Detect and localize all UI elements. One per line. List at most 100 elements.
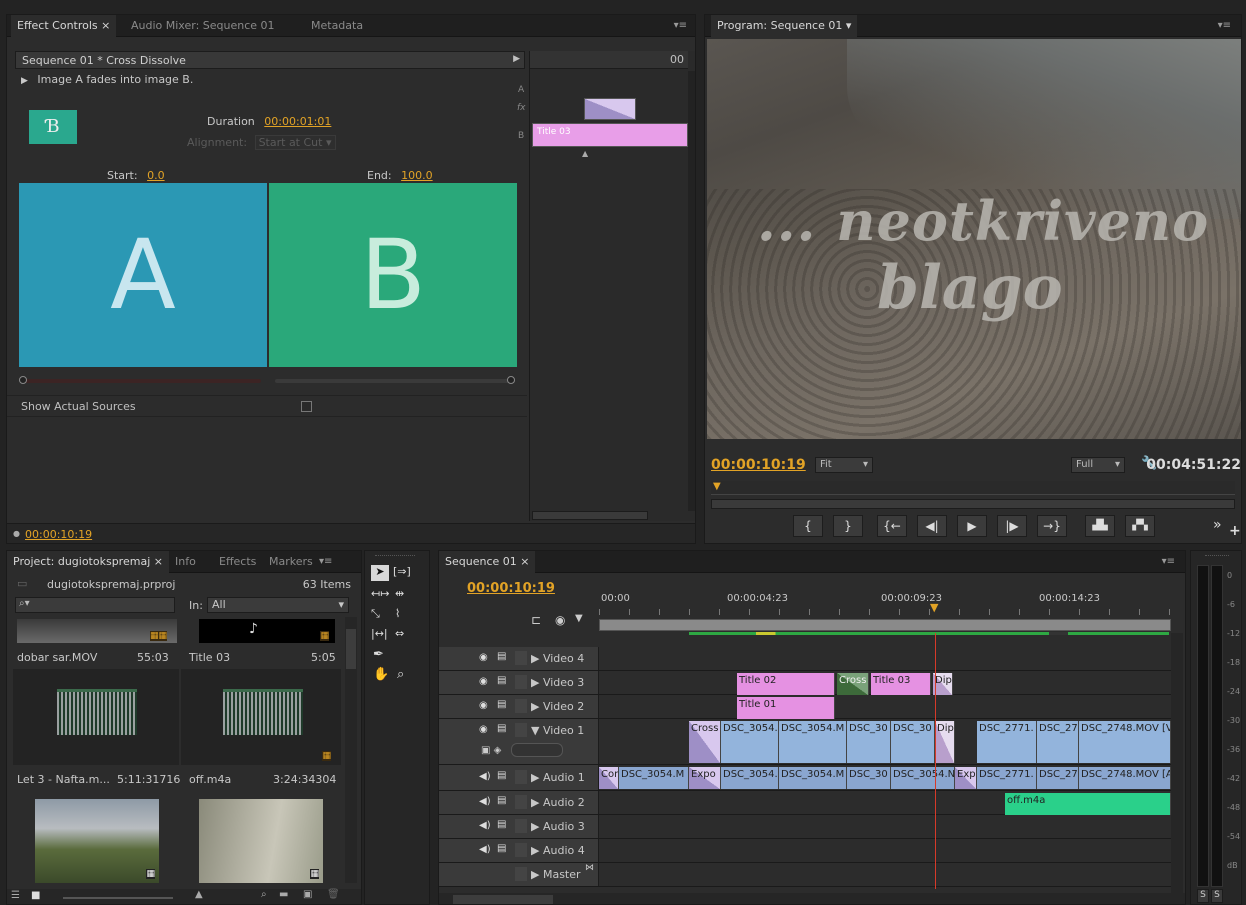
clip-cross[interactable]: Cross bbox=[689, 721, 721, 763]
eye-icon[interactable]: ◉ bbox=[479, 724, 488, 735]
list-view-icon[interactable]: ☰ bbox=[11, 890, 20, 901]
film-icon[interactable]: ▤ bbox=[497, 819, 506, 830]
mark-in-button[interactable]: { bbox=[793, 515, 823, 537]
timeline-hscroll[interactable] bbox=[439, 893, 1185, 904]
film-icon[interactable]: ▤ bbox=[497, 699, 506, 710]
new-item-icon[interactable]: ▣ bbox=[303, 889, 312, 900]
clip-audio-dsc[interactable]: DSC_27 bbox=[1037, 767, 1079, 789]
speaker-icon[interactable]: ◀) bbox=[479, 844, 491, 855]
tab-project[interactable]: Project: dugiotokspremaj × bbox=[7, 551, 169, 573]
snap-icon[interactable]: ⊏ bbox=[531, 613, 541, 627]
clip-audio-dsc[interactable]: DSC_2748.MOV [A bbox=[1079, 767, 1171, 789]
start-value[interactable]: 0.0 bbox=[147, 169, 165, 182]
program-timecode[interactable]: 00:00:10:19 bbox=[711, 457, 806, 473]
project-item-thumb[interactable]: ♪ ▦ bbox=[199, 619, 335, 643]
play-desc-icon[interactable]: ▶ bbox=[21, 76, 28, 86]
clip-audio-dsc[interactable]: DSC_3054.N bbox=[891, 767, 955, 789]
more-controls-icon[interactable]: » bbox=[1213, 517, 1222, 533]
icon-view-icon[interactable]: ■ bbox=[31, 890, 40, 901]
slide-tool-icon[interactable]: ⇔ bbox=[395, 627, 404, 640]
clip-audio-dsc[interactable]: DSC_3054.M bbox=[619, 767, 689, 789]
lock-box[interactable] bbox=[515, 867, 527, 881]
clip-audio-dsc[interactable]: DSC_2771. bbox=[977, 767, 1037, 789]
tab-effect-controls[interactable]: Effect Controls × bbox=[11, 15, 117, 37]
film-icon[interactable]: ▤ bbox=[497, 795, 506, 806]
lock-box[interactable] bbox=[515, 795, 527, 809]
eye-icon[interactable]: ◉ bbox=[479, 676, 488, 687]
tab-effects[interactable]: Effects bbox=[213, 551, 262, 573]
film-icon[interactable]: ▤ bbox=[497, 651, 506, 662]
timeline-timecode[interactable]: 00:00:10:19 bbox=[467, 581, 555, 596]
project-scroll-thumb[interactable] bbox=[346, 629, 356, 669]
alignment-select[interactable]: Start at Cut ▾ bbox=[254, 135, 336, 150]
in-select[interactable]: All ▾ bbox=[207, 597, 349, 613]
clip-title-03[interactable]: Title 03 bbox=[871, 673, 931, 695]
clip-dsc-3054[interactable]: DSC_3054.M bbox=[779, 721, 847, 763]
solo-right-button[interactable]: S bbox=[1211, 889, 1223, 903]
clip-dsc-2771[interactable]: DSC_2771. bbox=[977, 721, 1037, 763]
lock-box[interactable] bbox=[515, 843, 527, 857]
fit-select[interactable]: Fit ▾ bbox=[815, 457, 873, 473]
lock-box[interactable] bbox=[515, 675, 527, 689]
timeline-vscroll[interactable] bbox=[1171, 633, 1183, 897]
program-playhead-icon[interactable]: ▼ bbox=[713, 481, 721, 492]
panel-menu-icon[interactable]: ▾≡ bbox=[319, 551, 332, 573]
automate-icon[interactable]: ▲ bbox=[195, 889, 203, 900]
timeline-hscroll-thumb[interactable] bbox=[453, 895, 553, 904]
program-video-frame[interactable]: ... neotkriveno blago bbox=[707, 39, 1241, 439]
project-scrollbar[interactable] bbox=[345, 617, 357, 883]
start-slider-handle[interactable] bbox=[19, 376, 27, 384]
project-item-thumb[interactable] bbox=[13, 669, 179, 765]
find-icon[interactable]: ⌕ bbox=[261, 889, 267, 900]
lock-box[interactable] bbox=[515, 723, 527, 737]
tab-sequence-01[interactable]: Sequence 01 × bbox=[439, 551, 536, 573]
mini-scrollbar[interactable] bbox=[688, 71, 695, 511]
project-item-thumb[interactable]: ▦ bbox=[181, 669, 341, 765]
start-slider[interactable] bbox=[21, 379, 261, 383]
go-to-out-button[interactable]: →} bbox=[1037, 515, 1067, 537]
clip-audio-expo[interactable]: Expo bbox=[689, 767, 721, 789]
zoom-slider[interactable] bbox=[63, 897, 173, 899]
keyframe-icon[interactable]: ▣ ◈ bbox=[481, 745, 501, 756]
mini-hscroll[interactable] bbox=[532, 511, 648, 520]
razor-tool-icon[interactable]: ⌇ bbox=[395, 607, 400, 620]
effect-timecode[interactable]: 00:00:10:19 bbox=[25, 528, 92, 541]
mini-clip-title03[interactable]: Title 03 bbox=[532, 123, 688, 147]
play-triangle-icon[interactable]: ▶ bbox=[513, 54, 520, 64]
timeline-playhead-line[interactable] bbox=[935, 633, 936, 889]
pen-tool-icon[interactable]: ✒ bbox=[373, 647, 384, 662]
lock-box[interactable] bbox=[515, 819, 527, 833]
end-value[interactable]: 100.0 bbox=[401, 169, 433, 182]
mini-ruler[interactable]: 00 bbox=[530, 51, 688, 69]
lift-button[interactable]: ▟▙ bbox=[1085, 515, 1115, 537]
solo-left-button[interactable]: S bbox=[1197, 889, 1209, 903]
clip-audio-cor[interactable]: Cor bbox=[599, 767, 619, 789]
clip-dsc-27[interactable]: DSC_27 bbox=[1037, 721, 1079, 763]
clip-dsc-30[interactable]: DSC_30 bbox=[891, 721, 935, 763]
panel-menu-icon[interactable]: ▾≡ bbox=[674, 15, 687, 37]
timeline-playhead-icon[interactable]: ▼ bbox=[930, 601, 938, 614]
add-icon[interactable]: + bbox=[1229, 523, 1241, 539]
lock-box[interactable] bbox=[515, 770, 527, 784]
clip-dip[interactable]: Dip bbox=[935, 721, 955, 763]
add-marker-icon[interactable]: ▼ bbox=[575, 613, 583, 624]
clip-audio-exp[interactable]: Exp bbox=[955, 767, 977, 789]
end-slider[interactable] bbox=[275, 379, 515, 383]
speaker-icon[interactable]: ◀) bbox=[479, 796, 491, 807]
clip-dip[interactable]: Dip bbox=[933, 673, 953, 695]
rate-stretch-tool-icon[interactable]: ⤡ bbox=[371, 607, 380, 621]
tab-markers[interactable]: Markers bbox=[263, 551, 319, 573]
timeline-ruler[interactable]: 00:00 00:00:04:23 00:00:09:23 00:00:14:2… bbox=[599, 589, 1171, 635]
tab-metadata[interactable]: Metadata bbox=[305, 15, 369, 37]
rolling-edit-tool-icon[interactable]: ⇹ bbox=[395, 587, 404, 600]
ripple-edit-tool-icon[interactable]: ↤↦ bbox=[371, 587, 389, 600]
tab-audio-mixer[interactable]: Audio Mixer: Sequence 01 bbox=[125, 15, 281, 37]
mini-playhead-icon[interactable]: ▲ bbox=[582, 149, 588, 158]
track-select-tool-icon[interactable]: [⇒] bbox=[393, 565, 411, 578]
selection-tool-icon[interactable]: ➤ bbox=[371, 565, 389, 581]
speaker-icon[interactable]: ◀) bbox=[479, 820, 491, 831]
clip-title-02[interactable]: Title 02 bbox=[737, 673, 835, 695]
work-area-bar[interactable] bbox=[599, 619, 1171, 631]
clip-dsc-30[interactable]: DSC_30 bbox=[847, 721, 891, 763]
film-icon[interactable]: ▤ bbox=[497, 675, 506, 686]
